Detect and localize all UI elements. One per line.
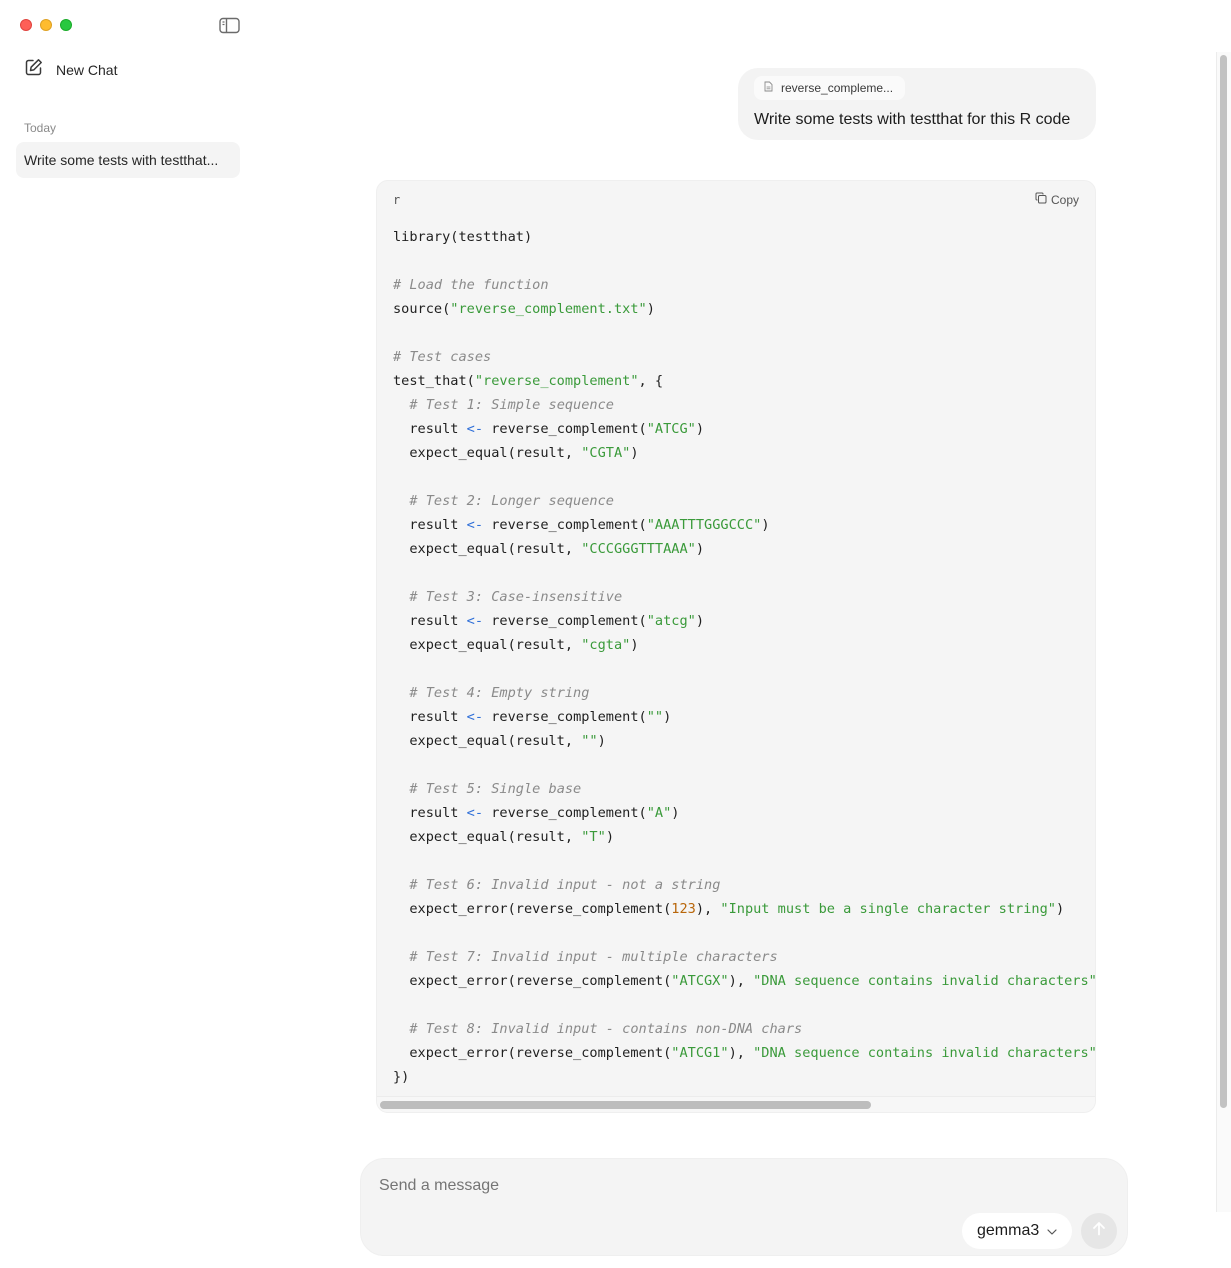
code-line: # Test 6: Invalid input - not a string	[409, 877, 721, 893]
code-line: # Test cases	[393, 349, 492, 365]
compose-icon	[24, 58, 43, 82]
code-line: result <- reverse_complement("atcg")	[393, 613, 705, 629]
copy-icon	[1035, 192, 1047, 207]
model-selector[interactable]: gemma3	[962, 1213, 1072, 1249]
section-label-today: Today	[24, 121, 57, 135]
code-language-label: r	[393, 193, 401, 207]
code-line: source("reverse_complement.txt")	[393, 301, 655, 317]
code-line: # Test 3: Case-insensitive	[409, 589, 623, 605]
code-line: result <- reverse_complement("")	[393, 709, 672, 725]
model-name: gemma3	[977, 1222, 1040, 1239]
window-scrollbar-thumb[interactable]	[1220, 55, 1227, 1108]
attachment-chip[interactable]: reverse_compleme...	[754, 76, 906, 100]
code-line: expect_equal(result, "")	[393, 733, 606, 749]
copy-label: Copy	[1050, 192, 1079, 207]
arrow-up-icon	[1092, 1221, 1106, 1241]
code-line: # Test 1: Simple sequence	[409, 397, 614, 413]
code-line: expect_equal(result, "T")	[393, 829, 614, 845]
minimize-window-button[interactable]	[40, 19, 52, 31]
code-line: # Test 8: Invalid input - contains non-D…	[409, 1021, 803, 1037]
new-chat-label: New Chat	[56, 62, 118, 78]
user-message-bubble: reverse_compleme... Write some tests wit…	[738, 68, 1096, 140]
code-line: expect_error(reverse_complement("ATCGX")…	[393, 973, 1095, 989]
code-line: expect_error(reverse_complement(123), "I…	[393, 901, 1065, 917]
sidebar: New Chat Today Write some tests with tes…	[0, 0, 256, 1268]
copy-code-button[interactable]: Copy	[1035, 192, 1079, 207]
code-line: test_that("reverse_complement", {	[393, 373, 664, 389]
zoom-window-button[interactable]	[60, 19, 72, 31]
code-line: result <- reverse_complement("ATCG")	[393, 421, 705, 437]
sidebar-toggle-icon[interactable]	[219, 17, 240, 34]
code-line: # Test 4: Empty string	[409, 685, 590, 701]
code-line: expect_equal(result, "CGTA")	[393, 445, 639, 461]
user-message-text: Write some tests with testthat for this …	[754, 111, 1071, 128]
close-window-button[interactable]	[20, 19, 32, 31]
window-controls	[20, 19, 72, 31]
code-line: expect_equal(result, "CCCGGGTTTAAA")	[393, 541, 705, 557]
code-line: })	[393, 1069, 410, 1085]
code-line: # Test 5: Single base	[409, 781, 582, 797]
message-input[interactable]	[379, 1177, 939, 1195]
chat-history-item[interactable]: Write some tests with testthat...	[16, 142, 240, 178]
code-line: result <- reverse_complement("AAATTTGGGC…	[393, 517, 770, 533]
code-horizontal-scrollbar-track[interactable]	[377, 1096, 1095, 1112]
code-line: # Test 7: Invalid input - multiple chara…	[409, 949, 778, 965]
code-line: # Test 2: Longer sequence	[409, 493, 614, 509]
code-line: result <- reverse_complement("A")	[393, 805, 680, 821]
file-icon	[764, 81, 773, 95]
message-composer: gemma3	[360, 1158, 1128, 1256]
chevron-down-icon	[1047, 1222, 1057, 1240]
code-horizontal-scrollbar-thumb[interactable]	[380, 1101, 871, 1109]
attachment-name: reverse_compleme...	[781, 81, 894, 95]
new-chat-button[interactable]: New Chat	[16, 58, 117, 82]
code-line: library(testthat)	[393, 229, 533, 245]
code-line: expect_error(reverse_complement("ATCG1")…	[393, 1045, 1095, 1061]
code-line: # Load the function	[393, 277, 549, 293]
code-block: r Copy library(testthat) # Load the func…	[376, 180, 1096, 1113]
code-text: library(testthat) # Load the function so…	[377, 225, 1095, 1089]
send-button[interactable]	[1081, 1213, 1117, 1249]
code-content: library(testthat) # Load the function so…	[377, 225, 1095, 1096]
code-line: expect_equal(result, "cgta")	[393, 637, 639, 653]
